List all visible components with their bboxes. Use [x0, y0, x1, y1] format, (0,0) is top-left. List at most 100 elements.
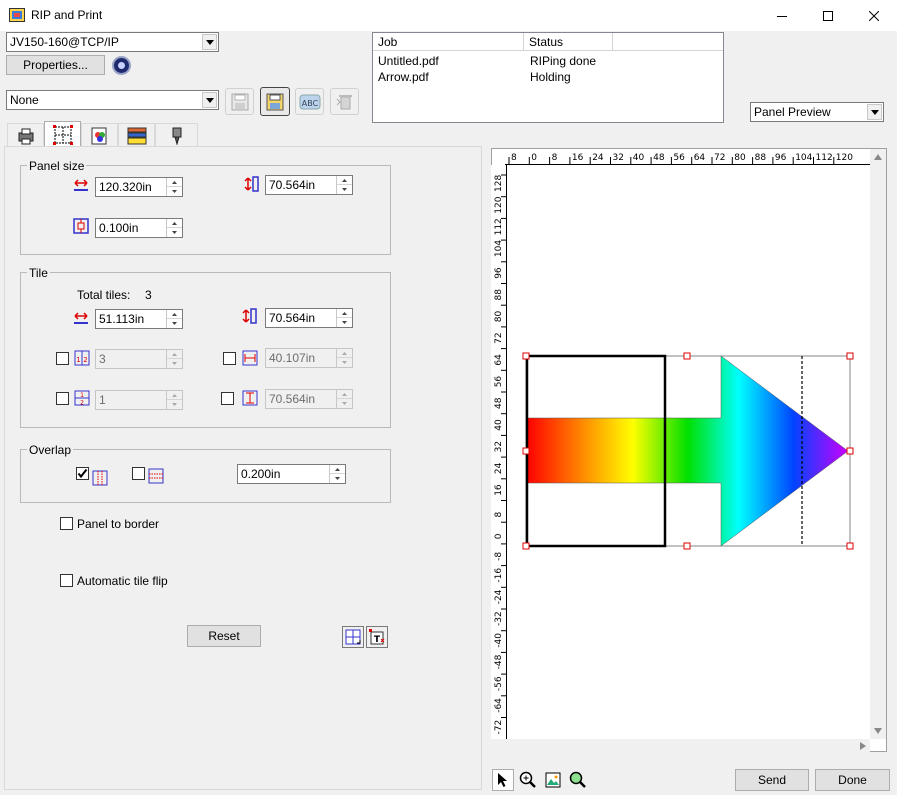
scroll-right-icon[interactable] — [860, 742, 866, 750]
ruler-label: 8 — [511, 153, 517, 163]
arrow-artwork[interactable] — [526, 355, 849, 547]
ruler-label: 64 — [494, 354, 504, 366]
overlap-vertical-checkbox[interactable] — [132, 467, 145, 480]
ruler-label: -56 — [494, 676, 504, 691]
rows-input[interactable]: 1 — [95, 390, 183, 410]
preview-horizontal-scrollbar[interactable] — [491, 739, 870, 752]
tile-width-input[interactable]: 51.113in — [95, 309, 183, 329]
ruler-label: 24 — [494, 462, 504, 474]
queue-select[interactable]: None — [6, 90, 219, 110]
job-name[interactable]: Arrow.pdf — [378, 70, 429, 84]
column-width-icon — [242, 350, 258, 366]
tile-height-input[interactable]: 70.564in — [265, 308, 353, 328]
scroll-down-icon[interactable] — [874, 728, 882, 734]
spin-buttons[interactable] — [166, 350, 182, 368]
tab-layout[interactable] — [118, 123, 155, 147]
total-tiles-value: 3 — [145, 288, 152, 302]
columns-icon: 12 — [74, 350, 90, 366]
ruler-label: 48 — [494, 397, 504, 409]
columns-input[interactable]: 3 — [95, 349, 183, 369]
chevron-down-icon[interactable] — [202, 92, 217, 108]
job-status: RIPing done — [530, 54, 597, 68]
status-column-header[interactable]: Status — [524, 33, 613, 51]
spin-buttons[interactable] — [166, 391, 182, 409]
spin-buttons[interactable] — [166, 310, 182, 328]
panel-to-border-checkbox[interactable] — [60, 517, 73, 530]
reset-button[interactable]: Reset — [187, 625, 261, 647]
zoom-fit-tool-button[interactable] — [567, 769, 589, 791]
ruler-label: -48 — [494, 654, 504, 669]
row-height-checkbox[interactable] — [221, 392, 234, 405]
panel-height-input[interactable]: 70.564in — [265, 175, 353, 195]
ruler-label: -64 — [494, 698, 504, 713]
row-height-input[interactable]: 70.564in — [265, 389, 353, 409]
tile-label: Tile — [27, 266, 50, 280]
trash-icon — [336, 94, 352, 109]
tab-print[interactable] — [7, 123, 44, 147]
spell-check-button[interactable]: ABC — [295, 88, 324, 115]
ruler-label: -24 — [494, 589, 504, 604]
view-mode-select[interactable]: Panel Preview — [750, 102, 884, 122]
tab-tiling[interactable] — [44, 121, 81, 148]
rows-checkbox[interactable] — [56, 392, 69, 405]
panel-size-label: Panel size — [27, 159, 87, 173]
automatic-tile-flip-label[interactable]: Automatic tile flip — [77, 574, 168, 588]
zoom-icon — [569, 771, 586, 788]
spin-buttons[interactable] — [336, 309, 352, 327]
maximize-button[interactable] — [805, 0, 851, 31]
job-column-header[interactable]: Job — [373, 33, 524, 51]
tile-text-button[interactable]: T — [366, 626, 388, 648]
save-icon — [231, 93, 248, 110]
automatic-tile-flip-checkbox[interactable] — [60, 574, 73, 587]
chevron-down-icon[interactable] — [202, 34, 217, 50]
chevron-down-icon[interactable] — [867, 104, 882, 120]
margin-icon — [73, 218, 89, 234]
columns-checkbox[interactable] — [56, 352, 69, 365]
tab-cutter[interactable] — [155, 123, 198, 147]
minimize-button[interactable] — [759, 0, 805, 31]
overlap-input[interactable]: 0.200in — [237, 464, 346, 484]
spin-buttons[interactable] — [166, 178, 182, 196]
spin-buttons[interactable] — [166, 219, 182, 237]
printer-select[interactable]: JV150-160@TCP/IP — [6, 32, 219, 52]
ruler-label: 120 — [494, 196, 504, 213]
ruler-label: 56 — [494, 376, 504, 388]
panel-to-border-label[interactable]: Panel to border — [77, 517, 159, 531]
panel-margin-input[interactable]: 0.100in — [95, 218, 183, 238]
close-button[interactable] — [851, 0, 897, 31]
printer-manager-icon[interactable] — [112, 56, 131, 75]
artwork-canvas[interactable] — [507, 165, 869, 739]
svg-text:T: T — [374, 635, 381, 645]
ruler-label: 80 — [494, 310, 504, 322]
ruler-label: 24 — [592, 153, 604, 163]
job-list-header: Job Status — [373, 33, 723, 51]
job-list[interactable]: Job Status Untitled.pdf RIPing done Arro… — [372, 32, 724, 123]
auto-tile-button[interactable] — [342, 626, 364, 648]
spin-buttons[interactable] — [336, 390, 352, 408]
tab-color[interactable] — [81, 123, 118, 147]
column-width-checkbox[interactable] — [223, 352, 236, 365]
svg-text:2: 2 — [83, 356, 87, 364]
preview-vertical-scrollbar[interactable] — [870, 149, 886, 739]
send-button[interactable]: Send — [735, 769, 809, 791]
column-width-input[interactable]: 40.107in — [265, 348, 353, 368]
fit-view-button[interactable] — [542, 769, 564, 791]
scroll-up-icon[interactable] — [874, 154, 882, 160]
ruler-label: 8 — [552, 153, 558, 163]
spin-buttons[interactable] — [336, 176, 352, 194]
save-as-button[interactable] — [260, 87, 290, 116]
spin-buttons[interactable] — [329, 465, 345, 483]
overlap-horizontal-checkbox[interactable] — [76, 467, 89, 480]
select-tool-button[interactable] — [492, 769, 514, 791]
done-button[interactable]: Done — [815, 769, 890, 791]
zoom-in-tool-button[interactable] — [517, 769, 539, 791]
properties-button[interactable]: Properties... — [6, 55, 105, 75]
ruler-label: -72 — [494, 720, 504, 735]
job-name[interactable]: Untitled.pdf — [378, 54, 439, 68]
spin-buttons[interactable] — [336, 349, 352, 367]
overlap-label: Overlap — [27, 443, 74, 457]
panel-width-input[interactable]: 120.320in — [95, 177, 183, 197]
ruler-label: 104 — [795, 153, 812, 163]
delete-button[interactable] — [330, 88, 359, 115]
save-button[interactable] — [225, 88, 254, 115]
